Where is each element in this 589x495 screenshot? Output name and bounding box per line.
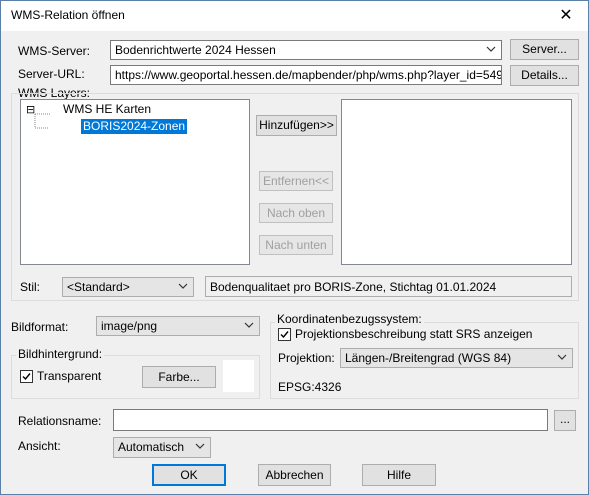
- details-button[interactable]: Details...: [510, 65, 579, 86]
- check-icon: [22, 373, 31, 381]
- check-icon: [280, 331, 289, 339]
- server-url-label: Server-URL:: [18, 67, 85, 81]
- image-format-select[interactable]: image/png: [96, 316, 260, 336]
- layer-tree[interactable]: ⊟ WMS HE Karten BORIS2024-Zonen: [20, 99, 250, 265]
- selected-layers-list[interactable]: [341, 99, 572, 265]
- tree-item-wms-he-karten[interactable]: WMS HE Karten: [63, 102, 151, 116]
- server-button[interactable]: Server...: [510, 39, 579, 60]
- color-button[interactable]: Farbe...: [142, 366, 216, 388]
- chevron-down-icon: [486, 46, 496, 52]
- close-icon[interactable]: ✕: [544, 1, 588, 31]
- remove-button[interactable]: Entfernen<<: [259, 171, 333, 191]
- crs-group-title: Koordinatenbezugssystem:: [275, 312, 424, 326]
- background-group-title: Bildhintergrund:: [16, 347, 105, 361]
- move-down-button[interactable]: Nach unten: [259, 235, 333, 255]
- color-preview: [223, 360, 254, 392]
- window-title: WMS-Relation öffnen: [11, 8, 125, 22]
- projection-label: Projektion:: [278, 351, 335, 365]
- move-up-button[interactable]: Nach oben: [259, 203, 333, 223]
- collapse-icon[interactable]: ⊟: [26, 102, 35, 118]
- browse-button[interactable]: ...: [554, 410, 576, 431]
- tree-item-boris2024-zonen[interactable]: BORIS2024-Zonen: [81, 119, 188, 134]
- wms-server-select[interactable]: Bodenrichtwerte 2024 Hessen: [110, 40, 502, 60]
- ok-button[interactable]: OK: [152, 464, 226, 486]
- transparent-checkbox[interactable]: [20, 370, 33, 383]
- cancel-button[interactable]: Abbrechen: [258, 464, 331, 486]
- title-bar: WMS-Relation öffnen ✕: [1, 1, 588, 31]
- chevron-down-icon: [178, 283, 188, 289]
- add-button[interactable]: Hinzufügen>>: [256, 115, 337, 136]
- view-select[interactable]: Automatisch: [113, 437, 211, 458]
- style-label: Stil:: [20, 280, 41, 294]
- projection-select[interactable]: Längen-/Breitengrad (WGS 84): [340, 348, 573, 368]
- help-button[interactable]: Hilfe: [362, 464, 436, 486]
- dialog-window: WMS-Relation öffnen ✕ WMS-Server: Bodenr…: [0, 0, 589, 495]
- wms-server-label: WMS-Server:: [18, 44, 90, 58]
- projection-description-checkbox[interactable]: [278, 328, 291, 341]
- server-url-field[interactable]: https://www.geoportal.hessen.de/mapbende…: [110, 65, 502, 85]
- view-label: Ansicht:: [18, 439, 61, 453]
- chevron-down-icon: [244, 322, 254, 328]
- projection-description-label[interactable]: Projektionsbeschreibung statt SRS anzeig…: [295, 327, 532, 341]
- style-select[interactable]: <Standard>: [62, 277, 194, 297]
- style-description: Bodenqualitaet pro BORIS-Zone, Stichtag …: [205, 276, 572, 297]
- transparent-label[interactable]: Transparent: [37, 369, 101, 383]
- image-format-label: Bildformat:: [11, 320, 69, 334]
- relation-name-field[interactable]: [113, 409, 548, 431]
- chevron-down-icon: [195, 443, 205, 449]
- relation-name-label: Relationsname:: [18, 414, 102, 428]
- epsg-code: EPSG:4326: [278, 380, 342, 394]
- chevron-down-icon: [557, 354, 567, 360]
